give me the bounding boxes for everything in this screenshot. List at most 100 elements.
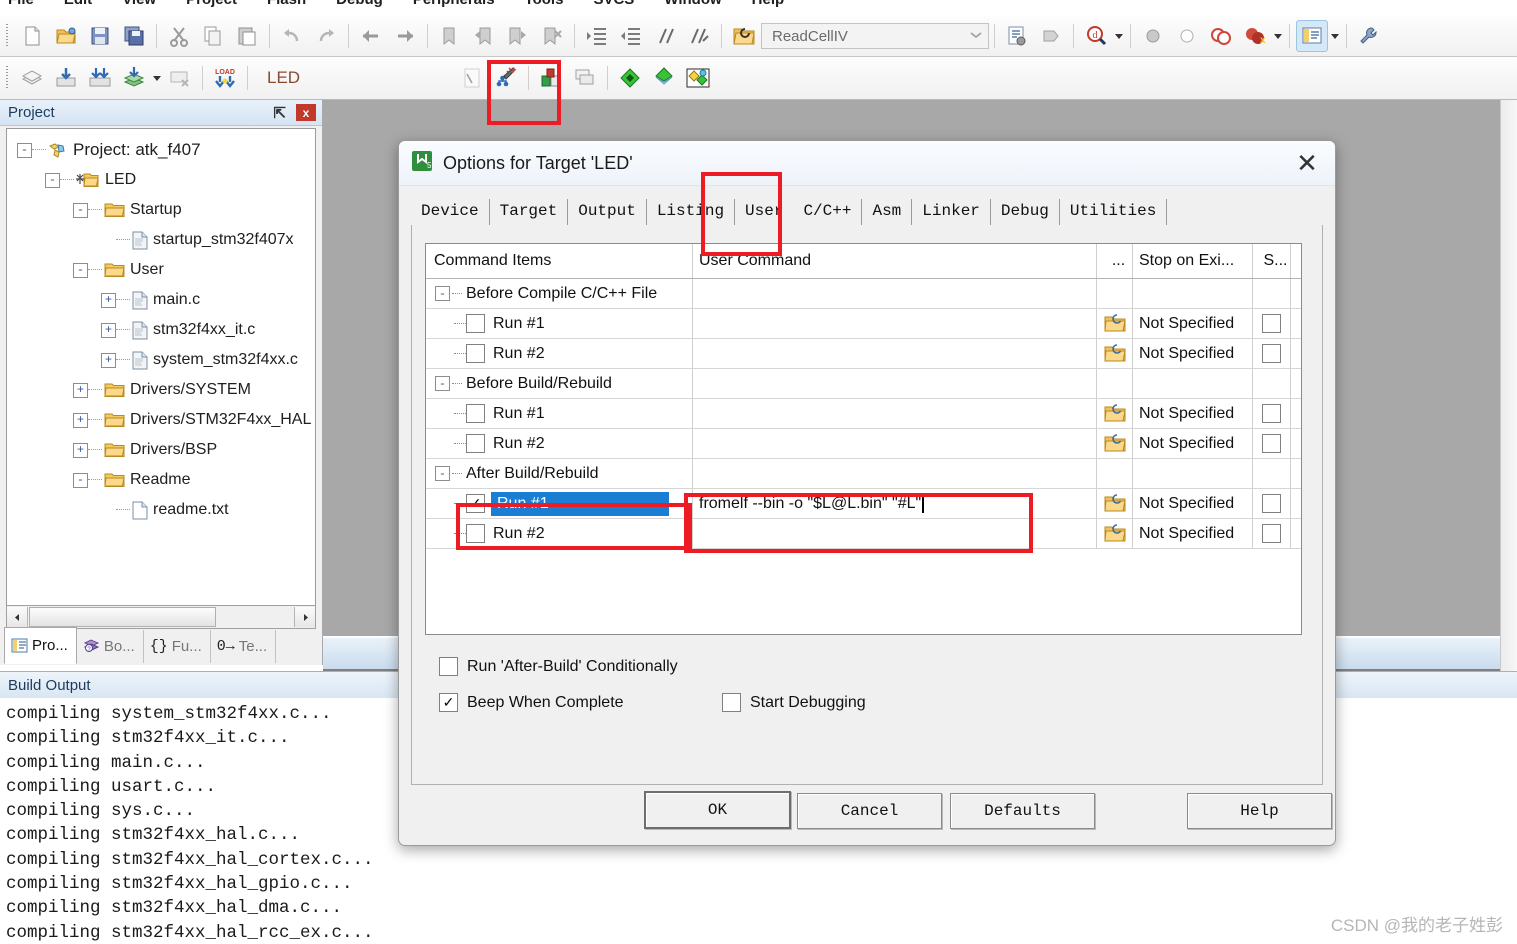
- beep-when-complete-checkbox[interactable]: ✓: [439, 693, 458, 712]
- dialog-tab-target[interactable]: Target: [490, 199, 569, 225]
- user-command-cell[interactable]: [693, 429, 1097, 458]
- tree-item[interactable]: - Startup: [7, 195, 315, 225]
- column-header-browse[interactable]: ...: [1097, 244, 1133, 278]
- multi-project-icon[interactable]: [569, 62, 601, 94]
- run-enabled-checkbox[interactable]: [466, 314, 485, 333]
- column-header-stop-on-exit[interactable]: Stop on Exi...: [1133, 244, 1253, 278]
- defaults-button[interactable]: Defaults: [950, 793, 1095, 829]
- table-row[interactable]: Run #1 Not Specified: [426, 399, 1301, 429]
- menu-flash[interactable]: Flash: [267, 0, 306, 8]
- stop-on-exit-cell[interactable]: Not Specified: [1133, 519, 1253, 548]
- tree-toggle-icon[interactable]: -: [73, 262, 88, 278]
- indent-icon[interactable]: [581, 20, 613, 52]
- browse-folder-icon[interactable]: [1103, 494, 1126, 513]
- tree-toggle-icon[interactable]: +: [101, 292, 116, 308]
- browse-cell[interactable]: [1097, 429, 1133, 458]
- configuration-wizard-icon[interactable]: [1001, 20, 1033, 52]
- s-cell[interactable]: [1253, 519, 1291, 548]
- save-all-icon[interactable]: [118, 20, 150, 52]
- outdent-icon[interactable]: [615, 20, 647, 52]
- manage-windows-icon[interactable]: [1296, 20, 1328, 52]
- tab-project[interactable]: Pro...: [4, 627, 77, 664]
- user-command-cell[interactable]: fromelf --bin -o "$L@L.bin" "#L": [693, 489, 1097, 518]
- dialog-tab-c-c-[interactable]: C/C++: [793, 199, 863, 225]
- ok-button[interactable]: OK: [644, 791, 791, 829]
- open-project-folder-icon[interactable]: [728, 20, 760, 52]
- beep-when-complete-row[interactable]: ✓ Beep When Complete: [439, 693, 624, 712]
- s-cell[interactable]: [1253, 489, 1291, 518]
- run-enabled-checkbox[interactable]: [466, 524, 485, 543]
- group-toggle-icon[interactable]: -: [435, 466, 450, 481]
- table-row[interactable]: ✓ Run #1 fromelf --bin -o "$L@L.bin" "#L" N…: [426, 489, 1301, 519]
- dialog-tab-utilities[interactable]: Utilities: [1060, 199, 1168, 225]
- stop-on-exit-cell[interactable]: Not Specified: [1133, 429, 1253, 458]
- chevron-down-icon[interactable]: [964, 24, 988, 46]
- table-group-row[interactable]: - Before Build/Rebuild: [426, 369, 1301, 399]
- tree-item[interactable]: + system_stm32f4xx.c: [7, 345, 315, 375]
- pack-installer-icon[interactable]: [648, 62, 680, 94]
- toolbar-grip[interactable]: [3, 24, 12, 48]
- windows-dropdown-caret-icon[interactable]: [1329, 21, 1341, 51]
- stop-on-exit-cell[interactable]: Not Specified: [1133, 309, 1253, 338]
- start-debugging-row[interactable]: Start Debugging: [722, 693, 866, 712]
- comment-icon[interactable]: [649, 20, 681, 52]
- dialog-tab-asm[interactable]: Asm: [862, 199, 913, 225]
- tab-books[interactable]: ? Bo...: [77, 630, 144, 663]
- menu-peripherals[interactable]: Peripherals: [413, 0, 495, 8]
- bookmark-toggle-icon[interactable]: [434, 20, 466, 52]
- tree-toggle-icon[interactable]: +: [73, 382, 88, 398]
- scroll-right-icon[interactable]: [294, 607, 315, 627]
- browse-folder-icon[interactable]: [1103, 314, 1126, 333]
- dialog-tab-listing[interactable]: Listing: [647, 199, 736, 225]
- help-button[interactable]: Help: [1187, 793, 1332, 829]
- browse-cell[interactable]: [1097, 489, 1133, 518]
- options-for-target-icon[interactable]: [490, 62, 522, 94]
- s-cell[interactable]: [1253, 429, 1291, 458]
- tree-item[interactable]: + Drivers/SYSTEM: [7, 375, 315, 405]
- menu-edit[interactable]: Edit: [64, 0, 92, 8]
- build-icon[interactable]: [50, 62, 82, 94]
- tree-toggle-icon[interactable]: -: [45, 172, 60, 188]
- bookmark-prev-icon[interactable]: [468, 20, 500, 52]
- tree-item[interactable]: + main.c: [7, 285, 315, 315]
- s-checkbox[interactable]: [1262, 494, 1281, 513]
- tree-item[interactable]: - Readme: [7, 465, 315, 495]
- tree-item[interactable]: readme.txt: [7, 495, 315, 525]
- undo-icon[interactable]: [276, 20, 308, 52]
- table-group-row[interactable]: - After Build/Rebuild: [426, 459, 1301, 489]
- tree-item[interactable]: + Drivers/BSP: [7, 435, 315, 465]
- toolbar-grip[interactable]: [3, 66, 12, 90]
- copy-icon[interactable]: [197, 20, 229, 52]
- redo-icon[interactable]: [310, 20, 342, 52]
- navigate-back-icon[interactable]: [355, 20, 387, 52]
- menu-window[interactable]: Window: [664, 0, 721, 8]
- user-command-cell[interactable]: [693, 339, 1097, 368]
- menu-view[interactable]: View: [122, 0, 156, 8]
- table-group-row[interactable]: - Before Compile C/C++ File: [426, 279, 1301, 309]
- browse-folder-icon[interactable]: [1103, 404, 1126, 423]
- run-enabled-checkbox[interactable]: [466, 404, 485, 423]
- packs-icon[interactable]: [614, 62, 646, 94]
- s-cell[interactable]: [1253, 339, 1291, 368]
- configure-tools-icon[interactable]: [1353, 20, 1385, 52]
- s-cell[interactable]: [1253, 399, 1291, 428]
- group-toggle-icon[interactable]: -: [435, 286, 450, 301]
- tree-toggle-icon[interactable]: -: [17, 142, 32, 158]
- dialog-tab-device[interactable]: Device: [411, 199, 490, 225]
- menu-help[interactable]: Help: [752, 0, 785, 8]
- dialog-tab-user[interactable]: User: [735, 199, 794, 225]
- tree-toggle-icon[interactable]: +: [73, 412, 88, 428]
- s-checkbox[interactable]: [1262, 524, 1281, 543]
- browse-cell[interactable]: [1097, 339, 1133, 368]
- menu-file[interactable]: File: [8, 0, 34, 8]
- tree-item[interactable]: + Drivers/STM32F4xx_HAL: [7, 405, 315, 435]
- batch-build-icon[interactable]: [118, 62, 150, 94]
- disable-all-breakpoints-icon[interactable]: [1205, 20, 1237, 52]
- start-debug-session-icon[interactable]: [456, 62, 488, 94]
- stop-build-icon[interactable]: [164, 62, 196, 94]
- bookmark-clear-icon[interactable]: [536, 20, 568, 52]
- bookmark-next-icon[interactable]: [502, 20, 534, 52]
- download-icon[interactable]: LOAD: [209, 62, 241, 94]
- stop-on-exit-cell[interactable]: Not Specified: [1133, 339, 1253, 368]
- run-enabled-checkbox[interactable]: [466, 434, 485, 453]
